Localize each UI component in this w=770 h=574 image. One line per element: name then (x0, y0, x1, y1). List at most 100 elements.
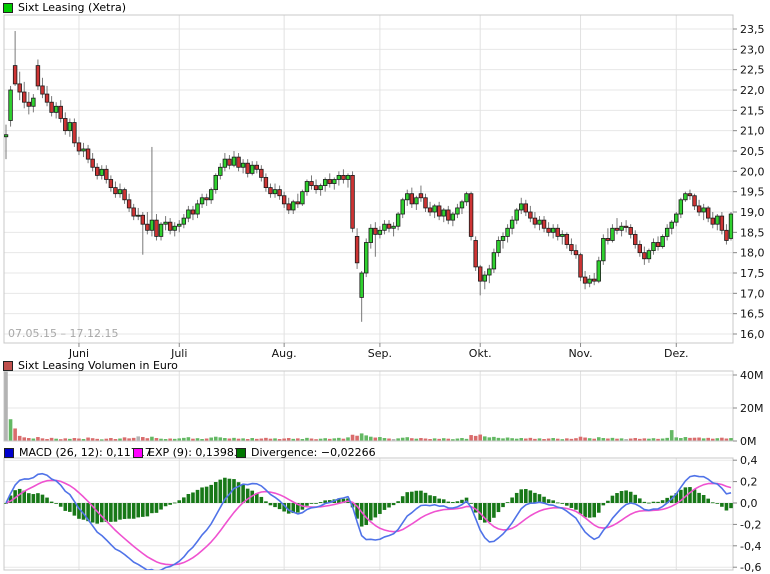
candle-body (396, 214, 400, 226)
volume-bar (82, 439, 86, 440)
divergence-bar (633, 495, 637, 503)
candle-body (18, 84, 22, 92)
volume-bar (291, 439, 295, 441)
panel-borders (4, 15, 733, 570)
volume-bar (159, 439, 163, 441)
divergence-bar (706, 499, 710, 503)
volume-bar (9, 419, 13, 440)
candle-body (415, 198, 419, 204)
candle-body (424, 198, 428, 208)
divergence-bar (387, 503, 391, 507)
candle-body (54, 106, 58, 112)
volume-bar (620, 438, 624, 440)
volume-bar (474, 436, 478, 441)
candle-body (241, 163, 245, 167)
divergence-bar (27, 493, 31, 503)
candle-body (305, 182, 309, 192)
volume-bar (679, 438, 683, 440)
volume-bar (465, 439, 469, 441)
candle-body (606, 238, 610, 240)
candle-body (4, 135, 8, 137)
divergence-bar (620, 491, 624, 503)
candle-body (237, 157, 241, 167)
candle-body (456, 208, 460, 214)
volume-bar (729, 438, 733, 440)
volume-bar (556, 439, 560, 441)
divergence-bar (228, 479, 232, 503)
divergence-bar (241, 485, 245, 503)
volume-bar (95, 439, 99, 441)
volume-bar (720, 438, 724, 441)
candle-body (273, 190, 277, 194)
candle-body (191, 210, 195, 214)
candle-body (27, 102, 31, 106)
divergence-bar (643, 502, 647, 503)
candle-body (342, 175, 346, 179)
volume-bar (246, 439, 250, 440)
divergence-bar (136, 503, 140, 517)
volume-bar (702, 438, 706, 440)
exp-line-swatch-icon (133, 448, 143, 458)
axis-tick-label: Okt. (469, 347, 492, 360)
candle-body (519, 204, 523, 210)
divergence-bar (725, 503, 729, 511)
candle-body (82, 149, 86, 151)
axis-tick-label: 0,4 (740, 454, 758, 467)
divergence-bar (570, 503, 574, 508)
candle-body (684, 194, 688, 200)
volume-bar (574, 438, 578, 440)
volume-bar (41, 438, 45, 440)
month-gridlines (79, 15, 676, 570)
divergence-bar (383, 503, 387, 510)
candle-body (141, 215, 145, 224)
candle-body (542, 220, 546, 228)
divergence-bar (488, 503, 492, 522)
candle-body (9, 90, 13, 121)
candle-body (410, 194, 414, 204)
divergence-bar (711, 502, 715, 503)
candle-body (633, 234, 637, 244)
candle-body (255, 165, 259, 169)
divergence-bar (574, 503, 578, 510)
volume-bar (442, 438, 446, 440)
divergence-bar (579, 503, 583, 514)
volume-bar (173, 439, 177, 441)
volume-bar (711, 439, 715, 441)
volume-bar (515, 439, 519, 441)
candle-body (282, 196, 286, 204)
candle-body (469, 194, 473, 237)
divergence-bar (273, 503, 277, 507)
divergence-bar (374, 503, 378, 517)
candle-body (570, 245, 574, 251)
volume-bar (214, 437, 218, 441)
candle-body (638, 245, 642, 253)
divergence-value-label: Divergence: −0,02266 (251, 446, 376, 459)
candle-body (50, 102, 54, 112)
volume-bar (191, 439, 195, 441)
axis-tick-label: 22,5 (740, 64, 765, 77)
volume-bar (141, 437, 145, 440)
volume-bar (524, 439, 528, 441)
divergence-bar (529, 490, 533, 503)
candle-body (346, 175, 350, 179)
axis-tick-label: 18,0 (740, 247, 765, 260)
volume-bar (624, 439, 628, 440)
volume-bar (451, 439, 455, 440)
candle-body (246, 163, 250, 173)
candle-body (264, 177, 268, 187)
divergence-bar (146, 503, 150, 516)
candle-body (196, 204, 200, 214)
volume-bar (301, 439, 305, 440)
volume-bar (232, 438, 236, 441)
axis-tick-label: 20M (740, 402, 764, 415)
divergence-bar (59, 503, 63, 507)
volume-bar (611, 438, 615, 441)
candle-body (41, 86, 45, 94)
volume-bar (273, 438, 277, 440)
candle-body (296, 202, 300, 204)
volume-bar (255, 439, 259, 441)
candle-body (661, 236, 665, 246)
volume-bar (54, 439, 58, 441)
divergence-bar (446, 502, 450, 503)
volume-bar (22, 437, 26, 440)
